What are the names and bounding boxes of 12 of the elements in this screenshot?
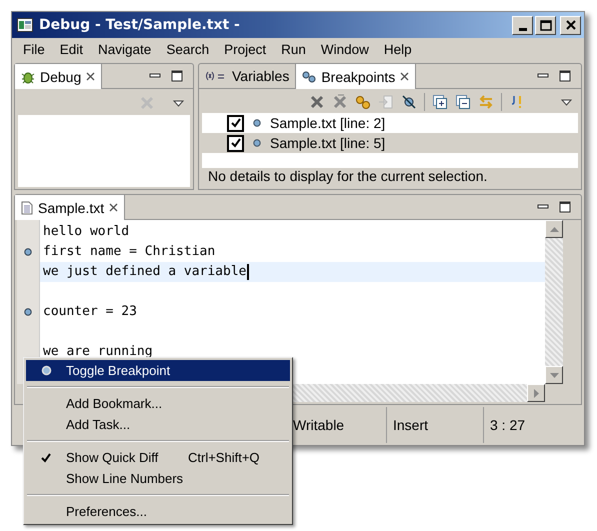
code-text: first name = Christian [43,243,216,261]
code-text: we just defined a variable [43,263,246,281]
code-text: we are running [43,343,153,361]
window-title: Debug - Test/Sample.txt - [39,17,240,33]
code-text: counter = 23 [43,303,137,321]
breakpoint-label: Sample.txt [line: 5] [270,135,386,151]
status-field: Insert [386,407,483,443]
details-text: No details to display for the current selection. [208,168,488,184]
status-field: 3 : 27 [483,407,584,443]
code-text: hello world [43,223,130,241]
status-field: Writable [289,407,386,443]
breakpoint-label: Sample.txt [line: 2] [270,115,386,131]
